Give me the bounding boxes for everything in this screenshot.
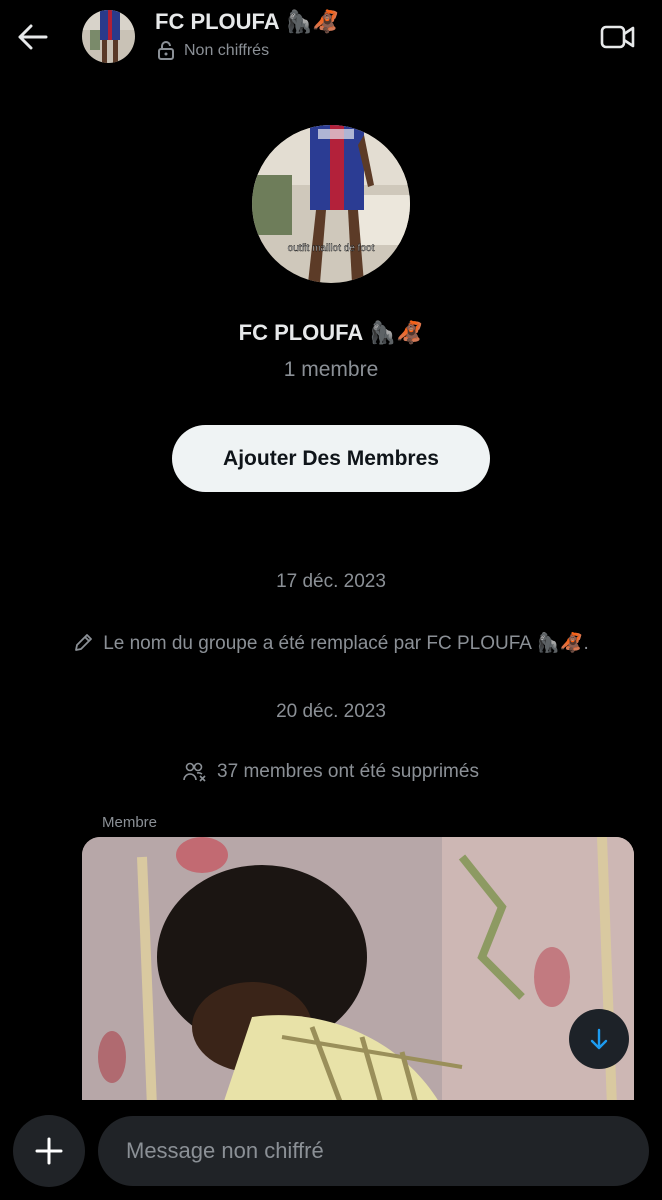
group-name: FC PLOUFA 🦍🦧 bbox=[238, 320, 424, 345]
users-remove-icon bbox=[183, 762, 206, 782]
member-count[interactable]: 1 membre bbox=[0, 358, 662, 382]
members-removed-text: 37 membres ont été supprimés bbox=[217, 761, 479, 782]
plus-icon bbox=[35, 1137, 63, 1165]
video-camera-icon bbox=[600, 25, 635, 49]
encryption-status-label: Non chiffrés bbox=[184, 41, 270, 59]
image-message[interactable] bbox=[82, 837, 634, 1107]
encryption-status: Non chiffrés bbox=[157, 41, 269, 60]
group-rename-text: Le nom du groupe a été remplacé par FC P… bbox=[103, 633, 589, 654]
avatar-caption: outfit maillot de foot bbox=[288, 243, 375, 254]
members-removed-event: 37 membres ont été supprimés bbox=[0, 761, 662, 783]
arrow-left-icon bbox=[18, 24, 48, 50]
conversation-header: FC PLOUFA 🦍🦧 Non chiffrés bbox=[0, 0, 662, 76]
arrow-down-icon bbox=[590, 1028, 608, 1050]
add-members-button[interactable]: Ajouter Des Membres bbox=[172, 425, 490, 492]
dm-group-conversation: FC PLOUFA 🦍🦧 Non chiffrés outfit maillot… bbox=[0, 0, 662, 1200]
message-input[interactable] bbox=[98, 1116, 649, 1186]
group-rename-event: Le nom du groupe a été remplacé par FC P… bbox=[0, 631, 662, 655]
pencil-icon bbox=[75, 634, 93, 651]
group-avatar[interactable]: outfit maillot de foot bbox=[252, 125, 410, 283]
conversation-title[interactable]: FC PLOUFA 🦍🦧 bbox=[155, 9, 340, 35]
message-sender-label: Membre bbox=[102, 814, 158, 831]
group-avatar-small[interactable] bbox=[82, 10, 135, 63]
back-button[interactable] bbox=[14, 18, 52, 56]
date-divider: 17 déc. 2023 bbox=[276, 571, 386, 592]
lock-open-icon bbox=[158, 41, 174, 60]
scroll-to-bottom-button[interactable] bbox=[569, 1009, 629, 1069]
date-divider: 20 déc. 2023 bbox=[276, 701, 386, 722]
add-attachment-button[interactable] bbox=[13, 1115, 85, 1187]
video-call-button[interactable] bbox=[598, 20, 638, 54]
